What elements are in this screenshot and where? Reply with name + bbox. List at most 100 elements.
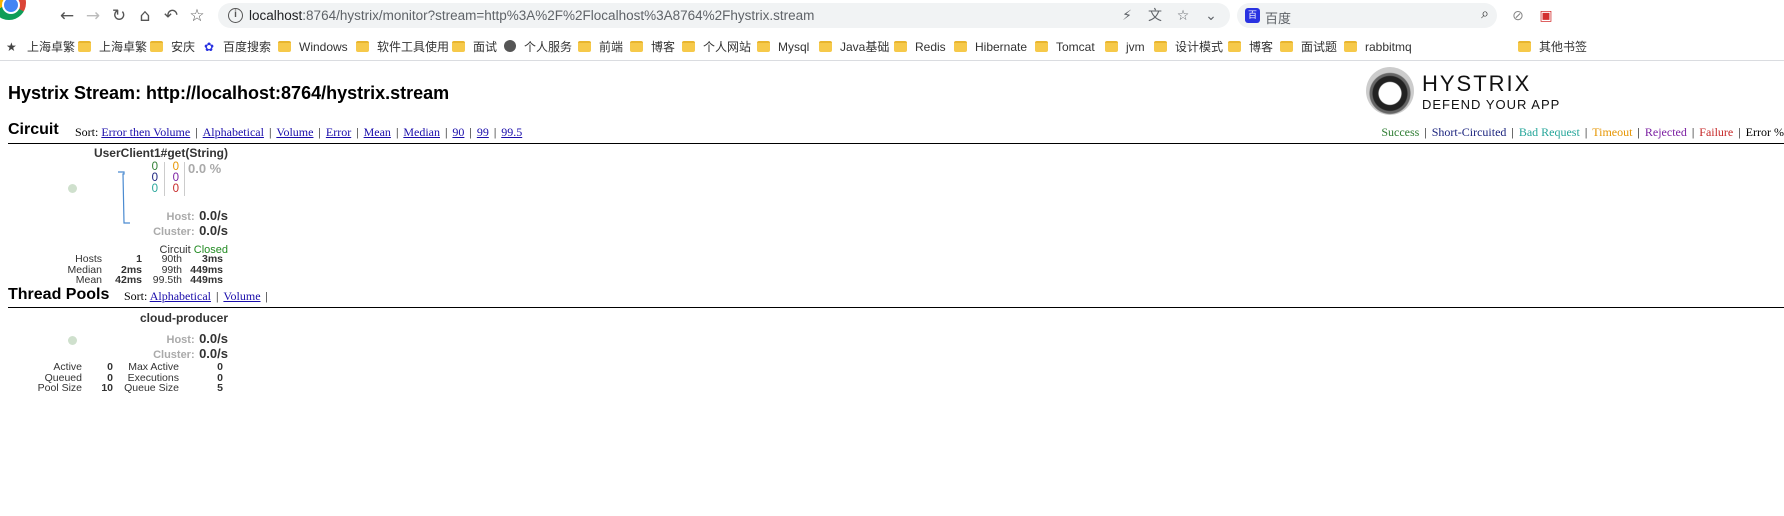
- extension-icon[interactable]: ⊘: [1508, 5, 1528, 25]
- bookmark-item[interactable]: 安庆: [150, 39, 195, 55]
- counts-divider: [184, 162, 185, 196]
- stat-label: Pool Size: [37, 382, 82, 394]
- sort-99-link[interactable]: 99: [477, 125, 489, 139]
- circuit-sort-bar: Sort: Error then Volume | Alphabetical | Vol…: [75, 125, 522, 140]
- cluster-rate-label: Cluster:: [153, 226, 195, 238]
- bookmark-item[interactable]: Redis: [894, 39, 946, 55]
- bookmark-item[interactable]: 个人网站: [682, 39, 751, 55]
- bookmark-label: jvm: [1126, 40, 1145, 54]
- bookmark-label: 前端: [599, 40, 624, 54]
- bookmark-label: 软件工具使用: [377, 40, 450, 54]
- bookmark-item[interactable]: 软件工具使用: [356, 39, 449, 55]
- undo-icon[interactable]: ↶: [160, 5, 182, 27]
- folder-icon: [1344, 41, 1357, 52]
- bookmark-item[interactable]: Mysql: [757, 39, 809, 55]
- sort-separator: |: [493, 125, 497, 139]
- bookmark-item[interactable]: Tomcat: [1035, 39, 1095, 55]
- bookmark-item[interactable]: rabbitmq: [1344, 39, 1412, 55]
- stat-value: 1: [136, 253, 142, 265]
- health-circle: [68, 184, 77, 193]
- stat-value: 5: [217, 382, 223, 394]
- home-icon[interactable]: ⌂: [134, 5, 156, 27]
- star-icon[interactable]: ☆: [1174, 7, 1192, 25]
- sort-volume-link[interactable]: Volume: [223, 289, 260, 303]
- bookmark-label: 设计模式: [1175, 40, 1224, 54]
- bookmark-item[interactable]: 上海卓繁: [78, 39, 147, 55]
- legend-error: Error %: [1745, 125, 1784, 139]
- bookmark-item[interactable]: 前端: [578, 39, 623, 55]
- folder-icon: [894, 41, 907, 52]
- folder-icon: [954, 41, 967, 52]
- bookmark-item[interactable]: Windows: [278, 39, 348, 55]
- folder-icon: [1105, 41, 1118, 52]
- folder-icon: [356, 41, 369, 52]
- forward-icon[interactable]: →: [82, 5, 104, 27]
- sort-90-link[interactable]: 90: [452, 125, 464, 139]
- bookmark-label: 其他书签: [1539, 40, 1588, 54]
- bookmark-label: 上海卓繁: [27, 40, 76, 54]
- legend-separator: |: [1691, 125, 1695, 139]
- bookmark-label: rabbitmq: [1365, 40, 1412, 54]
- lightning-icon[interactable]: ⚡: [1118, 7, 1136, 25]
- pdf-extension-icon[interactable]: ▣: [1536, 5, 1556, 25]
- folder-icon: [819, 41, 832, 52]
- folder-icon: [1280, 41, 1293, 52]
- thread-pool-stats: Active 0 Max Active 0 Queued 0 Execution…: [36, 362, 223, 394]
- bookmark-item[interactable]: 博客: [1228, 39, 1273, 55]
- sort-alphabetical-link[interactable]: Alphabetical: [150, 289, 211, 303]
- sort-mean-link[interactable]: Mean: [364, 125, 391, 139]
- thread-pool-name: cloud-producer: [139, 311, 228, 325]
- chevron-down-icon[interactable]: ⌄: [1202, 7, 1220, 25]
- bookmark-label: 面试题: [1301, 40, 1338, 54]
- sort-alphabetical-link[interactable]: Alphabetical: [203, 125, 264, 139]
- bookmark-label: 博客: [1249, 40, 1274, 54]
- address-url[interactable]: localhost:8764/hystrix/monitor?stream=ht…: [249, 8, 814, 23]
- cluster-rate-row: Cluster: 0.0/s: [153, 222, 228, 240]
- stat-value: 0: [107, 361, 113, 373]
- folder-icon: [452, 41, 465, 52]
- folder-icon: [1035, 41, 1048, 52]
- stat-value: 42ms: [115, 274, 142, 286]
- bookmark-item[interactable]: Java基础: [819, 39, 889, 55]
- counts-left: 000: [138, 161, 158, 195]
- sort-volume-link[interactable]: Volume: [276, 125, 313, 139]
- bookmark-label: 安庆: [171, 40, 196, 54]
- legend-separator: |: [1738, 125, 1741, 139]
- baidu-icon: 百: [1245, 8, 1260, 23]
- globe-icon: [504, 40, 516, 52]
- bookmark-item[interactable]: jvm: [1105, 39, 1145, 55]
- reload-icon[interactable]: ↻: [108, 5, 130, 27]
- back-icon[interactable]: ←: [56, 5, 78, 27]
- bookmark-item[interactable]: 个人服务: [504, 39, 572, 55]
- translate-icon[interactable]: 文: [1146, 7, 1164, 25]
- folder-icon: [1518, 41, 1531, 52]
- site-info-icon[interactable]: i: [228, 8, 243, 23]
- bookmark-label: Tomcat: [1056, 40, 1095, 54]
- health-circle: [68, 336, 77, 345]
- bookmark-item[interactable]: 设计模式: [1154, 39, 1223, 55]
- paw-icon: ✿: [204, 40, 215, 54]
- search-icon[interactable]: ⌕: [1481, 6, 1489, 22]
- bookmark-item[interactable]: ✿ 百度搜索: [204, 39, 271, 55]
- sort-separator: |: [268, 125, 272, 139]
- page-title: Hystrix Stream: http://localhost:8764/hy…: [8, 83, 450, 103]
- sort-99-5-link[interactable]: 99.5: [501, 125, 522, 139]
- traffic-sparkline: [118, 171, 130, 224]
- search-box[interactable]: 百 百度 ⌕: [1237, 3, 1497, 28]
- bookmark-item[interactable]: 博客: [630, 39, 675, 55]
- sort-error-link[interactable]: Error: [326, 125, 351, 139]
- legend-success: Success: [1381, 125, 1420, 139]
- bookmark-label: 博客: [651, 40, 676, 54]
- bookmark-item[interactable]: 面试: [452, 39, 497, 55]
- other-bookmarks[interactable]: 其他书签: [1518, 39, 1587, 55]
- bookmark-item[interactable]: Hibernate: [954, 39, 1027, 55]
- sort-error-then-volume-link[interactable]: Error then Volume: [101, 125, 190, 139]
- address-bar[interactable]: i localhost:8764/hystrix/monitor?stream=…: [218, 3, 1230, 28]
- bookmark-item[interactable]: ★ 上海卓繁: [6, 39, 75, 55]
- latency-stats: Hosts 1 90th 3ms Median 2ms 99th 449ms M…: [66, 254, 223, 286]
- bookmark-item[interactable]: 面试题: [1280, 39, 1337, 55]
- sort-median-link[interactable]: Median: [403, 125, 440, 139]
- bookmark-star-icon[interactable]: ☆: [186, 5, 208, 27]
- bookmark-label: 上海卓繁: [99, 40, 148, 54]
- bookmark-label: 面试: [473, 40, 498, 54]
